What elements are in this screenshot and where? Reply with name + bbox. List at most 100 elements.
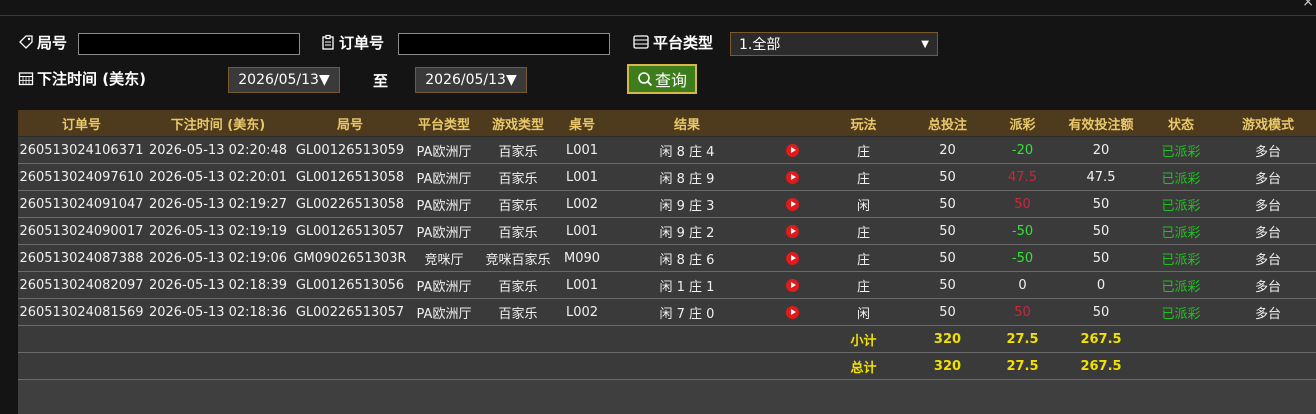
bet-time-cell: 2026-05-13 02:19:06 bbox=[145, 244, 291, 272]
round-input[interactable] bbox=[78, 33, 300, 55]
play-icon[interactable] bbox=[785, 305, 799, 319]
empty-cell bbox=[18, 352, 145, 380]
table-row[interactable]: 260513024087388 2026-05-13 02:19:06 GM0902… bbox=[18, 244, 1316, 272]
total-bet-cell: 50 bbox=[910, 163, 985, 191]
empty-cell bbox=[767, 352, 817, 380]
order-number-cell: 260513024081569 bbox=[18, 298, 145, 326]
column-header: 总投注 bbox=[910, 110, 985, 137]
empty-cell bbox=[1220, 352, 1316, 380]
platform-select-value: 1.全部 bbox=[739, 37, 781, 53]
game-mode-cell: 多台 bbox=[1220, 271, 1316, 299]
column-header: 有效投注额 bbox=[1060, 110, 1142, 137]
play-icon[interactable] bbox=[785, 143, 799, 157]
total-bet: 320 bbox=[910, 352, 985, 380]
order-number-cell: 260513024082097 bbox=[18, 271, 145, 299]
status-cell: 已派彩 bbox=[1142, 217, 1220, 245]
platform-select[interactable]: 1.全部 ▼ bbox=[730, 32, 938, 56]
payout-cell: -20 bbox=[985, 136, 1060, 164]
table-row[interactable]: 260513024082097 2026-05-13 02:18:39 GL0012… bbox=[18, 271, 1316, 299]
column-header: 局号 bbox=[291, 110, 409, 137]
order-number-cell: 260513024106371 bbox=[18, 136, 145, 164]
column-header: 游戏类型 bbox=[479, 110, 557, 137]
status-cell: 已派彩 bbox=[1142, 136, 1220, 164]
result-cell: 闲 8 庄 4 bbox=[607, 136, 767, 164]
result-cell: 闲 8 庄 6 bbox=[607, 244, 767, 272]
play-icon[interactable] bbox=[785, 251, 799, 265]
bet-time-label: 下注时间 (美东) bbox=[18, 68, 146, 89]
platform-cell: PA欧洲厅 bbox=[409, 298, 479, 326]
search-icon bbox=[638, 72, 653, 87]
table-number-cell: L001 bbox=[557, 163, 607, 191]
table-row[interactable]: 260513024091047 2026-05-13 02:19:27 GL0022… bbox=[18, 190, 1316, 218]
date-to-picker[interactable]: 2026/05/13▼ bbox=[415, 67, 527, 93]
filter-platform: 平台类型 bbox=[632, 28, 713, 56]
status-cell: 已派彩 bbox=[1142, 163, 1220, 191]
platform-cell: PA欧洲厅 bbox=[409, 190, 479, 218]
play-icon[interactable] bbox=[785, 170, 799, 184]
total-bet-cell: 50 bbox=[910, 298, 985, 326]
empty-cell bbox=[767, 325, 817, 353]
close-icon[interactable]: × bbox=[1302, 0, 1314, 10]
platform-cell: PA欧洲厅 bbox=[409, 271, 479, 299]
calendar-icon bbox=[18, 72, 34, 86]
subtotal-payout: 27.5 bbox=[985, 325, 1060, 353]
game-mode-cell: 多台 bbox=[1220, 217, 1316, 245]
platform-label-text: 平台类型 bbox=[653, 33, 714, 52]
table-row[interactable]: 260513024081569 2026-05-13 02:18:36 GL0022… bbox=[18, 298, 1316, 326]
replay-cell bbox=[767, 298, 817, 326]
results-table: 订单号 下注时间 (美东) 局号 平台类型 游戏类型 桌号 结果 玩法 总投注 派彩 有效投注额 状态… bbox=[18, 110, 1316, 380]
empty-cell bbox=[145, 352, 291, 380]
platform-cell: PA欧洲厅 bbox=[409, 217, 479, 245]
subtotal-row: 小计 320 27.5 267.5 bbox=[18, 325, 1316, 353]
table-number-cell: L001 bbox=[557, 136, 607, 164]
game-mode-cell: 多台 bbox=[1220, 190, 1316, 218]
top-divider bbox=[0, 15, 1316, 16]
play-icon[interactable] bbox=[785, 197, 799, 211]
empty-cell bbox=[557, 325, 607, 353]
status-cell: 已派彩 bbox=[1142, 244, 1220, 272]
table-number-cell: L001 bbox=[557, 271, 607, 299]
play-type-cell: 庄 bbox=[817, 244, 910, 272]
bet-time-cell: 2026-05-13 02:19:19 bbox=[145, 217, 291, 245]
total-row: 总计 320 27.5 267.5 bbox=[18, 352, 1316, 380]
table-row[interactable]: 260513024097610 2026-05-13 02:20:01 GL0012… bbox=[18, 163, 1316, 191]
play-icon[interactable] bbox=[785, 278, 799, 292]
empty-cell bbox=[1142, 352, 1220, 380]
platform-label: 平台类型 bbox=[632, 32, 713, 53]
result-cell: 闲 1 庄 1 bbox=[607, 271, 767, 299]
result-cell: 闲 8 庄 9 bbox=[607, 163, 767, 191]
platform-cell: PA欧洲厅 bbox=[409, 136, 479, 164]
table-header-row: 订单号 下注时间 (美东) 局号 平台类型 游戏类型 桌号 结果 玩法 总投注 派彩 有效投注额 状态… bbox=[18, 110, 1316, 137]
game-mode-cell: 多台 bbox=[1220, 163, 1316, 191]
query-button[interactable]: 查询 bbox=[627, 64, 697, 94]
column-header: 平台类型 bbox=[409, 110, 479, 137]
empty-cell bbox=[1220, 325, 1316, 353]
empty-cell bbox=[1142, 325, 1220, 353]
empty-cell bbox=[607, 352, 767, 380]
order-input[interactable] bbox=[398, 33, 610, 55]
empty-cell bbox=[291, 325, 409, 353]
bet-time-label-text: 下注时间 (美东) bbox=[37, 69, 146, 88]
play-icon[interactable] bbox=[785, 224, 799, 238]
date-from-picker[interactable]: 2026/05/13▼ bbox=[228, 67, 340, 93]
table-row[interactable]: 260513024090017 2026-05-13 02:19:19 GL0012… bbox=[18, 217, 1316, 245]
valid-bet-cell: 0 bbox=[1060, 271, 1142, 299]
bet-time-cell: 2026-05-13 02:18:36 bbox=[145, 298, 291, 326]
results-table-container: 订单号 下注时间 (美东) 局号 平台类型 游戏类型 桌号 结果 玩法 总投注 派彩 有效投注额 状态… bbox=[18, 110, 1316, 414]
payout-cell: -50 bbox=[985, 244, 1060, 272]
empty-cell bbox=[409, 325, 479, 353]
replay-cell bbox=[767, 163, 817, 191]
tag-icon bbox=[19, 35, 33, 49]
payout-cell: -50 bbox=[985, 217, 1060, 245]
total-bet-cell: 50 bbox=[910, 271, 985, 299]
total-payout: 27.5 bbox=[985, 352, 1060, 380]
table-number-cell: L001 bbox=[557, 217, 607, 245]
order-number-cell: 260513024090017 bbox=[18, 217, 145, 245]
empty-cell bbox=[479, 352, 557, 380]
payout-cell: 0 bbox=[985, 271, 1060, 299]
query-button-label: 查询 bbox=[654, 71, 687, 90]
table-number-cell: L002 bbox=[557, 190, 607, 218]
subtotal-valid: 267.5 bbox=[1060, 325, 1142, 353]
total-bet-cell: 20 bbox=[910, 136, 985, 164]
table-row[interactable]: 260513024106371 2026-05-13 02:20:48 GL0012… bbox=[18, 136, 1316, 164]
